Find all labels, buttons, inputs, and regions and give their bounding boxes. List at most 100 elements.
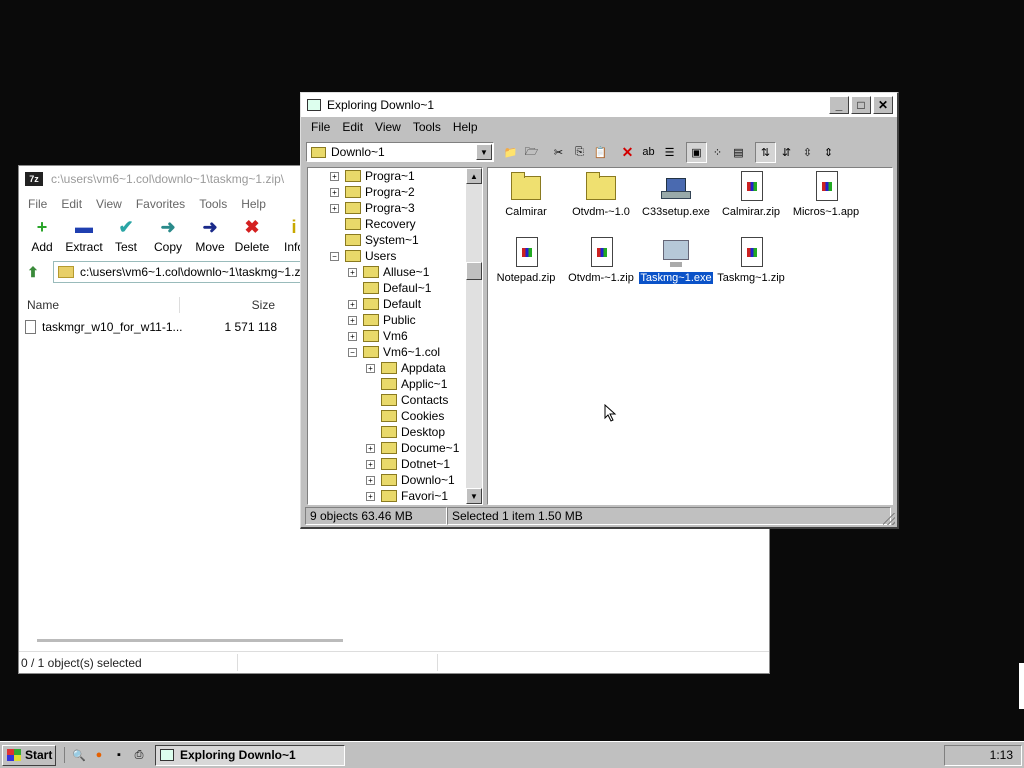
move-button[interactable]: ➜ Move: [189, 216, 231, 255]
sort-size-icon[interactable]: ⇳: [797, 142, 818, 163]
printer-icon[interactable]: ⎙: [131, 747, 147, 763]
expand-toggle-icon[interactable]: +: [330, 187, 339, 197]
copy-icon[interactable]: ⎘: [569, 142, 590, 163]
up-one-level-icon[interactable]: 📁: [500, 142, 521, 163]
explorer-title-bar[interactable]: Exploring Downlo~1 _ □ ✕: [301, 93, 897, 117]
tree-item[interactable]: + Docume~1: [366, 440, 459, 456]
7zip-menu-edit[interactable]: Edit: [54, 197, 89, 211]
explorer-icon[interactable]: 🔍: [71, 747, 87, 763]
sort-date-icon[interactable]: ⇕: [818, 142, 839, 163]
file-item[interactable]: Taskmg~1.exe: [636, 236, 716, 285]
properties-icon[interactable]: ☰: [659, 142, 680, 163]
task-exploring-downloads[interactable]: Exploring Downlo~1: [155, 744, 345, 766]
folder-tree[interactable]: + Progra~1 + Progra~2 + Progra~3 Recovery Syste…: [307, 167, 483, 505]
add-button[interactable]: + Add: [21, 216, 63, 255]
tree-item[interactable]: Contacts: [366, 392, 448, 408]
expand-toggle-icon[interactable]: +: [330, 171, 339, 181]
tree-item[interactable]: + Progra~2: [330, 184, 415, 200]
program-icon[interactable]: ▪: [111, 747, 127, 763]
scroll-down-icon[interactable]: ▼: [466, 488, 482, 504]
7zip-menu-file[interactable]: File: [21, 197, 54, 211]
file-list[interactable]: Calmirar Otvdm-~1.0 C33setup.exe Calmirar.z…: [487, 167, 893, 505]
file-item[interactable]: C33setup.exe: [636, 170, 716, 218]
7zip-menu-tools[interactable]: Tools: [192, 197, 234, 211]
start-button[interactable]: Start: [2, 744, 56, 766]
delete-icon[interactable]: ✕: [617, 142, 638, 163]
explorer-window-icon[interactable]: [307, 99, 321, 111]
tree-item[interactable]: + Public: [348, 312, 416, 328]
file-item[interactable]: Otvdm-~1.0: [561, 170, 641, 218]
expand-toggle-icon[interactable]: −: [330, 251, 339, 261]
minimize-button[interactable]: _: [829, 96, 849, 114]
close-button[interactable]: ✕: [873, 96, 893, 114]
tree-item[interactable]: + Progra~3: [330, 200, 415, 216]
details-icon[interactable]: ▤: [728, 142, 749, 163]
file-item[interactable]: Taskmg~1.zip: [711, 236, 791, 284]
cut-icon[interactable]: ✂: [548, 142, 569, 163]
explorer-window[interactable]: Exploring Downlo~1 _ □ ✕ File Edit View …: [300, 92, 899, 529]
extract-button[interactable]: ▬ Extract: [63, 216, 105, 255]
copy-button[interactable]: ➜ Copy: [147, 216, 189, 255]
maximize-button[interactable]: □: [851, 96, 871, 114]
tree-item[interactable]: + Progra~1: [330, 168, 415, 184]
resize-grip-icon[interactable]: [883, 513, 895, 525]
tree-item[interactable]: + Default: [348, 296, 421, 312]
sort-type-icon[interactable]: ⇵: [776, 142, 797, 163]
expand-toggle-icon[interactable]: +: [348, 315, 357, 325]
tree-item[interactable]: System~1: [330, 232, 419, 248]
7zip-menu-help[interactable]: Help: [234, 197, 273, 211]
scroll-thumb[interactable]: [466, 262, 482, 280]
clock[interactable]: 1:13: [990, 748, 1013, 762]
expand-toggle-icon[interactable]: +: [330, 203, 339, 213]
small-icons-icon[interactable]: ⁘: [707, 142, 728, 163]
file-item[interactable]: Micros~1.app: [786, 170, 866, 218]
delete-button[interactable]: ✖ Delete: [231, 216, 273, 255]
expand-toggle-icon[interactable]: +: [366, 443, 375, 453]
file-item[interactable]: Otvdm-~1.zip: [561, 236, 641, 284]
tree-item[interactable]: + Appdata: [366, 360, 446, 376]
column-separator[interactable]: [179, 297, 180, 313]
tree-item[interactable]: + Downlo~1: [366, 472, 455, 488]
expand-toggle-icon[interactable]: +: [366, 363, 375, 373]
tree-item[interactable]: + Alluse~1: [348, 264, 429, 280]
tree-item[interactable]: + Dotnet~1: [366, 456, 450, 472]
table-row[interactable]: taskmgr_w10_for_w11-1... 1 571 118: [25, 318, 285, 336]
column-name[interactable]: Name: [27, 298, 59, 312]
expand-toggle-icon[interactable]: +: [366, 475, 375, 485]
horizontal-scrollbar[interactable]: [37, 639, 343, 642]
chevron-down-icon[interactable]: ▼: [476, 144, 492, 160]
sort-name-icon[interactable]: ⇅: [755, 141, 776, 163]
column-size[interactable]: Size: [252, 298, 275, 312]
tree-item[interactable]: Desktop: [366, 424, 445, 440]
menu-view[interactable]: View: [369, 120, 407, 134]
tree-item[interactable]: Defaul~1: [348, 280, 431, 296]
scroll-up-icon[interactable]: ▲: [466, 168, 482, 184]
tree-item[interactable]: + Vm6: [348, 328, 408, 344]
up-folder-icon[interactable]: ⬆: [23, 262, 43, 282]
file-item[interactable]: Notepad.zip: [486, 236, 566, 284]
location-combobox[interactable]: Downlo~1 ▼: [306, 142, 494, 162]
menu-help[interactable]: Help: [447, 120, 484, 134]
file-item[interactable]: Calmirar.zip: [711, 170, 791, 218]
tree-scrollbar[interactable]: ▲ ▼: [466, 168, 482, 504]
expand-toggle-icon[interactable]: +: [348, 299, 357, 309]
tree-item[interactable]: Applic~1: [366, 376, 447, 392]
tree-item[interactable]: − Vm6~1.col: [348, 344, 440, 360]
test-button[interactable]: ✔ Test: [105, 216, 147, 255]
expand-toggle-icon[interactable]: −: [348, 347, 357, 357]
menu-edit[interactable]: Edit: [336, 120, 369, 134]
7zip-menu-favorites[interactable]: Favorites: [129, 197, 192, 211]
expand-toggle-icon[interactable]: +: [366, 459, 375, 469]
large-icons-icon[interactable]: ▣: [686, 141, 707, 163]
tree-item[interactable]: Cookies: [366, 408, 444, 424]
7zip-menu-view[interactable]: View: [89, 197, 129, 211]
expand-toggle-icon[interactable]: +: [348, 331, 357, 341]
expand-toggle-icon[interactable]: +: [348, 267, 357, 277]
file-item[interactable]: Calmirar: [486, 170, 566, 218]
rename-icon[interactable]: ab: [638, 142, 659, 163]
tree-item[interactable]: + Favori~1: [366, 488, 448, 504]
expand-toggle-icon[interactable]: +: [366, 491, 375, 501]
firefox-icon[interactable]: ●: [91, 747, 107, 763]
menu-tools[interactable]: Tools: [407, 120, 447, 134]
menu-file[interactable]: File: [305, 120, 336, 134]
